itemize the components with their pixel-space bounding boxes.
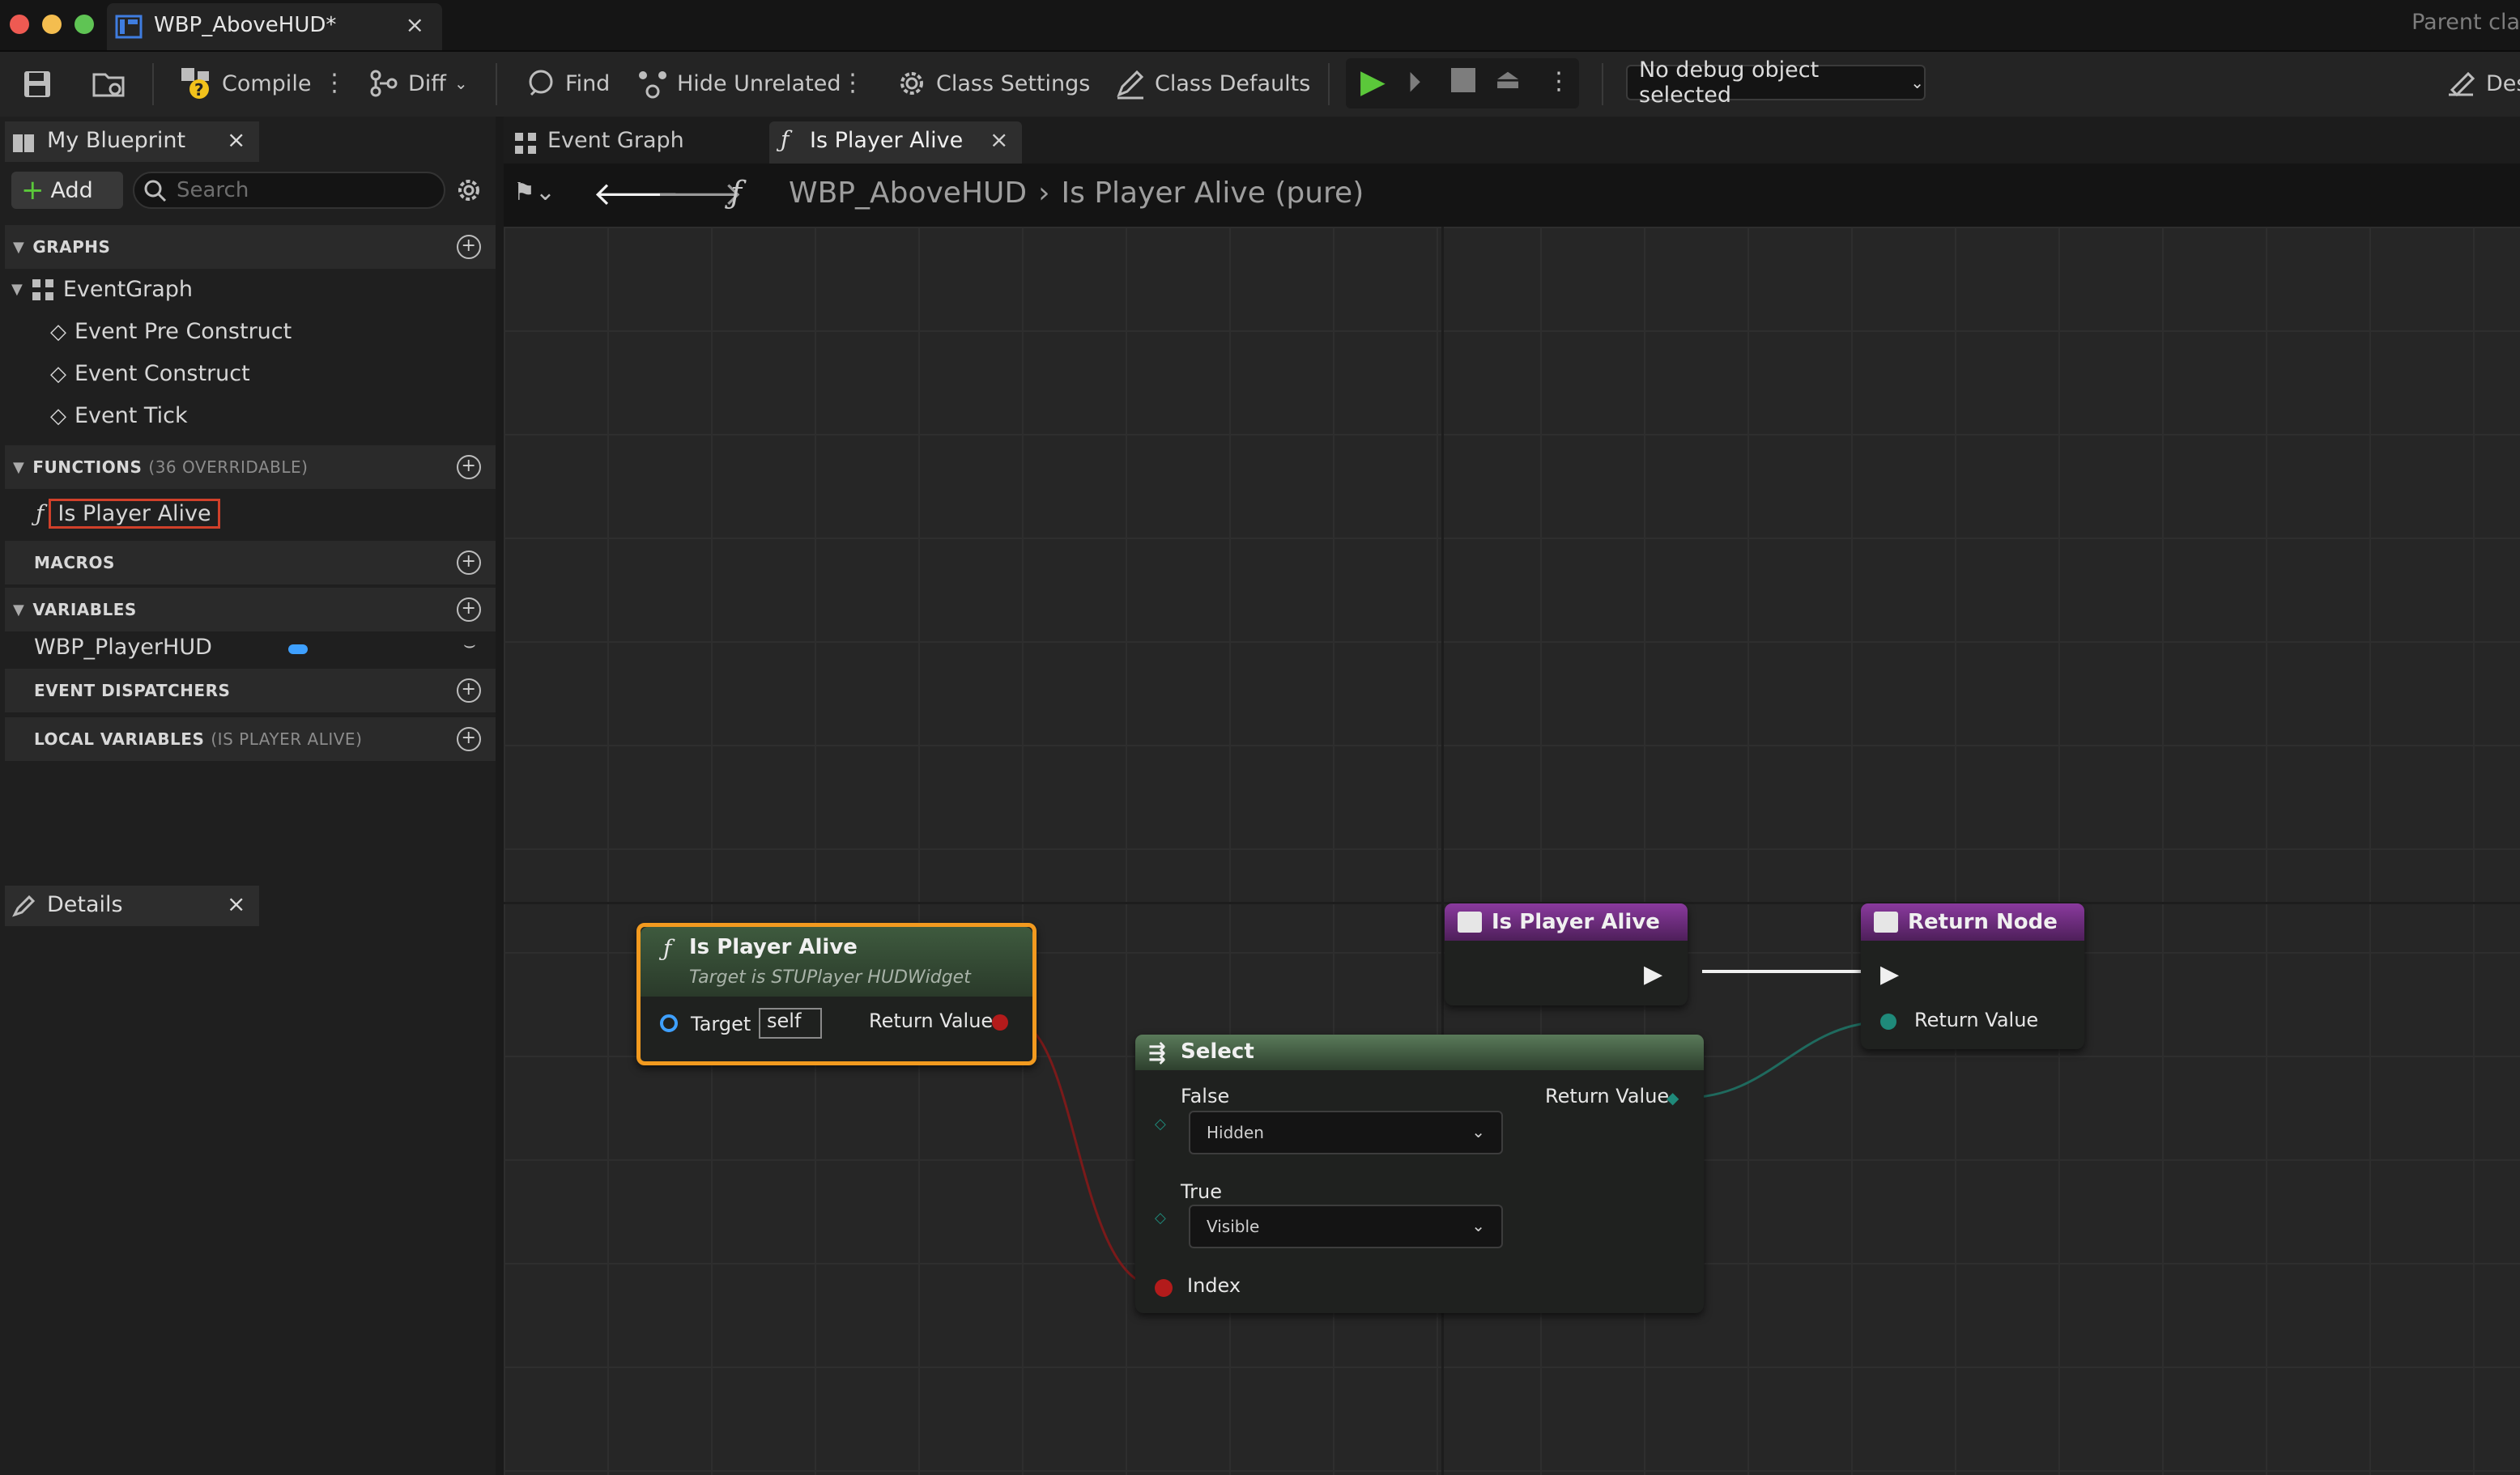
node-call-subtitle: Target is STUPlayer HUDWidget: [689, 967, 971, 988]
select-return-label: Return Value: [1545, 1085, 1670, 1107]
target-pin-label: Target: [691, 1013, 751, 1035]
node-call-title: Is Player Alive: [689, 935, 858, 959]
index-pin-label: Index: [1187, 1274, 1241, 1297]
call-return-label: Return Value: [869, 1010, 994, 1032]
return-value-label: Return Value: [1914, 1009, 2039, 1031]
entry-node-icon: [1458, 912, 1482, 933]
node-select-title: Select: [1181, 1039, 1254, 1064]
target-pin-icon[interactable]: [660, 1014, 678, 1032]
select-node-icon: ⇶: [1148, 1041, 1166, 1065]
false-value: Hidden: [1207, 1123, 1264, 1142]
true-pin-icon[interactable]: ◇: [1155, 1209, 1166, 1226]
exec-in-pin-icon[interactable]: ▶: [1880, 960, 1899, 988]
return-value-pin[interactable]: [1880, 1014, 1896, 1030]
node-select[interactable]: ⇶ Select False ◇ Hidden ⌄ True ◇ Visible…: [1135, 1035, 1704, 1313]
node-function-entry[interactable]: Is Player Alive ▶: [1445, 903, 1688, 1005]
node-return[interactable]: Return Node ▶ Return Value: [1861, 903, 2084, 1049]
select-output-pin[interactable]: ◆: [1667, 1088, 1679, 1107]
chevron-down-icon: ⌄: [1471, 1216, 1485, 1235]
function-icon: ƒ: [663, 935, 672, 962]
target-self-input[interactable]: self: [759, 1008, 822, 1039]
node-is-player-alive-call[interactable]: ƒ Is Player Alive Target is STUPlayer HU…: [636, 923, 1037, 1065]
exec-out-pin-icon[interactable]: ▶: [1644, 960, 1662, 988]
node-return-title: Return Node: [1908, 910, 2058, 934]
node-entry-title: Is Player Alive: [1492, 910, 1660, 934]
bool-output-pin[interactable]: [992, 1014, 1008, 1031]
chevron-down-icon: ⌄: [1471, 1122, 1485, 1141]
index-pin-icon[interactable]: [1155, 1279, 1173, 1297]
false-pin-label: False: [1181, 1085, 1230, 1107]
true-value: Visible: [1207, 1217, 1260, 1236]
return-node-icon: [1874, 912, 1898, 933]
true-pin-label: True: [1181, 1180, 1222, 1203]
false-pin-icon[interactable]: ◇: [1155, 1116, 1166, 1133]
false-value-dropdown[interactable]: Hidden ⌄: [1189, 1111, 1503, 1154]
true-value-dropdown[interactable]: Visible ⌄: [1189, 1205, 1503, 1248]
